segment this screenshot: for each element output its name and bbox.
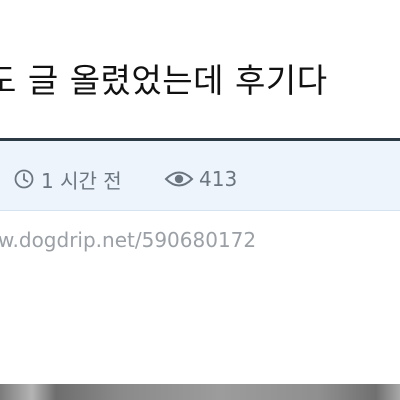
clock-icon (14, 169, 41, 189)
post-url-link[interactable]: w.dogdrip.net/590680172 (0, 230, 256, 250)
post-time: 1 시간 전 (14, 165, 122, 193)
post-image (0, 384, 400, 400)
post-page: 도 글 올렸었는데 후기다 1 시간 전 413 w.dogdrip.net/5… (0, 0, 400, 400)
post-time-text: 1 시간 전 (41, 168, 122, 193)
eye-icon (164, 169, 199, 189)
post-views: 413 (164, 165, 237, 193)
post-title: 도 글 올렸었는데 후기다 (0, 61, 328, 100)
post-meta-bar: 1 시간 전 413 (0, 138, 400, 211)
post-views-count: 413 (199, 167, 238, 191)
